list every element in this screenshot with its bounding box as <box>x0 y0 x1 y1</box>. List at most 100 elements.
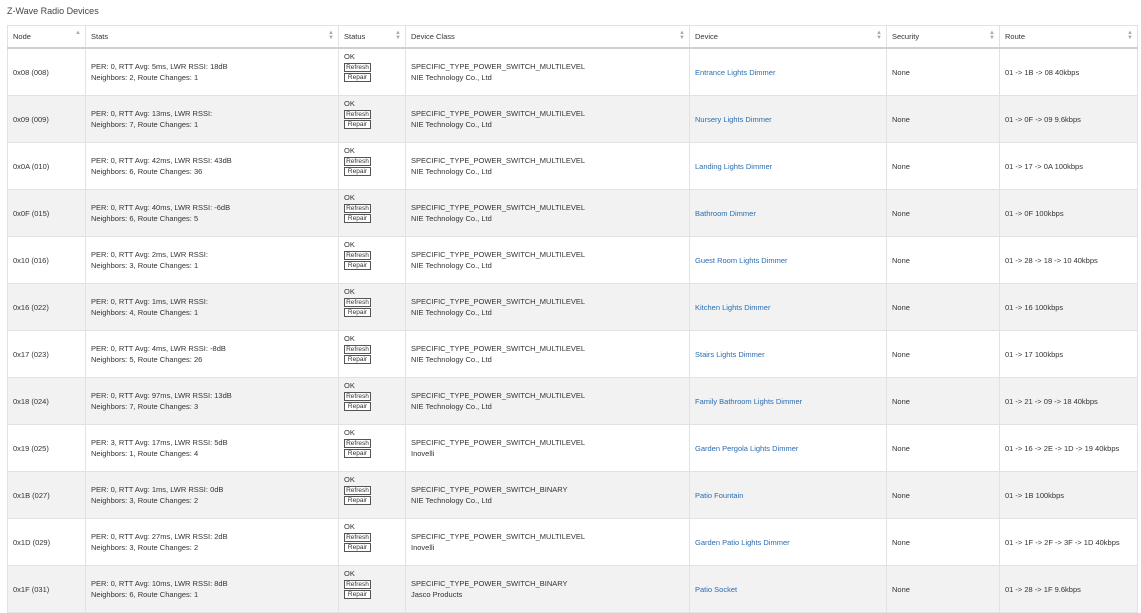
column-header-stats[interactable]: Stats ▲ ▼ <box>85 25 339 49</box>
status-text: OK <box>344 334 355 343</box>
sort-icon[interactable]: ▲ ▼ <box>989 30 995 41</box>
table-row: 0x08 (008) PER: 0, RTT Avg: 5ms, LWR RSS… <box>7 47 1138 96</box>
status-cell: OK Refresh Repair <box>338 424 406 472</box>
device-link[interactable]: Patio Socket <box>695 585 737 594</box>
route-value: 01 -> 1F -> 2F -> 3F -> 1D 40kbps <box>1005 537 1120 547</box>
device-cell: Bathroom Dimmer <box>689 189 887 237</box>
device-link[interactable]: Patio Fountain <box>695 491 743 500</box>
sort-icon[interactable]: ▲ ▼ <box>1127 30 1133 41</box>
refresh-button[interactable]: Refresh <box>344 533 371 542</box>
column-header-node[interactable]: Node ▲ <box>7 25 86 49</box>
node-cell: 0x1B (027) <box>7 471 86 519</box>
device-cell: Garden Pergola Lights Dimmer <box>689 424 887 472</box>
status-text: OK <box>344 146 355 155</box>
route-value: 01 -> 28 -> 18 -> 10 40kbps <box>1005 255 1098 265</box>
device-manufacturer: NIE Technology Co., Ltd <box>411 120 492 129</box>
sort-asc-icon[interactable]: ▲ <box>75 30 81 36</box>
device-class-cell: SPECIFIC_TYPE_POWER_SWITCH_MULTILEVEL NI… <box>405 330 690 378</box>
table-row: 0x18 (024) PER: 0, RTT Avg: 97ms, LWR RS… <box>7 377 1138 425</box>
column-header-route[interactable]: Route ▲ ▼ <box>999 25 1138 49</box>
repair-button[interactable]: Repair <box>344 214 371 223</box>
sort-icon[interactable]: ▲ ▼ <box>876 30 882 41</box>
security-cell: None <box>886 518 1000 566</box>
refresh-button[interactable]: Refresh <box>344 580 371 589</box>
status-cell: OK Refresh Repair <box>338 189 406 237</box>
node-id: 0x10 (016) <box>13 255 49 265</box>
status-text: OK <box>344 52 355 61</box>
status-cell: OK Refresh Repair <box>338 518 406 566</box>
node-id: 0x09 (009) <box>13 114 49 124</box>
security-cell: None <box>886 142 1000 190</box>
route-value: 01 -> 28 -> 1F 9.6kbps <box>1005 584 1081 594</box>
stats-line-neighbors: Neighbors: 1, Route Changes: 4 <box>91 449 199 458</box>
stats-cell: PER: 0, RTT Avg: 42ms, LWR RSSI: 43dB Ne… <box>85 142 339 190</box>
refresh-button[interactable]: Refresh <box>344 439 371 448</box>
security-cell: None <box>886 47 1000 96</box>
device-cell: Guest Room Lights Dimmer <box>689 236 887 284</box>
device-link[interactable]: Nursery Lights Dimmer <box>695 115 772 124</box>
sort-icon[interactable]: ▲ ▼ <box>679 30 685 41</box>
repair-button[interactable]: Repair <box>344 308 371 317</box>
stats-cell: PER: 0, RTT Avg: 97ms, LWR RSSI: 13dB Ne… <box>85 377 339 425</box>
device-link[interactable]: Landing Lights Dimmer <box>695 162 772 171</box>
device-class-cell: SPECIFIC_TYPE_POWER_SWITCH_MULTILEVEL NI… <box>405 283 690 331</box>
repair-button[interactable]: Repair <box>344 73 371 82</box>
status-text: OK <box>344 240 355 249</box>
route-value: 01 -> 1B 100kbps <box>1005 490 1065 500</box>
device-link[interactable]: Family Bathroom Lights Dimmer <box>695 397 802 406</box>
device-link[interactable]: Bathroom Dimmer <box>695 209 756 218</box>
route-value: 01 -> 16 -> 2E -> 1D -> 19 40kbps <box>1005 443 1120 453</box>
sort-icon[interactable]: ▲ ▼ <box>328 30 334 41</box>
repair-button[interactable]: Repair <box>344 402 371 411</box>
device-link[interactable]: Kitchen Lights Dimmer <box>695 303 770 312</box>
node-cell: 0x17 (023) <box>7 330 86 378</box>
column-header-status[interactable]: Status ▲ ▼ <box>338 25 406 49</box>
table-row: 0x19 (025) PER: 3, RTT Avg: 17ms, LWR RS… <box>7 424 1138 472</box>
repair-button[interactable]: Repair <box>344 261 371 270</box>
repair-button[interactable]: Repair <box>344 120 371 129</box>
device-link[interactable]: Garden Patio Lights Dimmer <box>695 538 790 547</box>
device-link[interactable]: Garden Pergola Lights Dimmer <box>695 444 798 453</box>
stats-line-neighbors: Neighbors: 6, Route Changes: 1 <box>91 590 199 599</box>
stats-cell: PER: 0, RTT Avg: 13ms, LWR RSSI: Neighbo… <box>85 95 339 143</box>
column-header-device[interactable]: Device ▲ ▼ <box>689 25 887 49</box>
repair-button[interactable]: Repair <box>344 355 371 364</box>
device-link[interactable]: Guest Room Lights Dimmer <box>695 256 788 265</box>
route-cell: 01 -> 16 -> 2E -> 1D -> 19 40kbps <box>999 424 1138 472</box>
security-cell: None <box>886 189 1000 237</box>
refresh-button[interactable]: Refresh <box>344 204 371 213</box>
repair-button[interactable]: Repair <box>344 496 371 505</box>
device-class-type: SPECIFIC_TYPE_POWER_SWITCH_MULTILEVEL <box>411 438 586 447</box>
device-class-type: SPECIFIC_TYPE_POWER_SWITCH_MULTILEVEL <box>411 62 586 71</box>
security-value: None <box>892 208 910 218</box>
repair-button[interactable]: Repair <box>344 543 371 552</box>
node-cell: 0x08 (008) <box>7 47 86 96</box>
device-link[interactable]: Stairs Lights Dimmer <box>695 350 765 359</box>
refresh-button[interactable]: Refresh <box>344 110 371 119</box>
node-id: 0x0A (010) <box>13 161 50 171</box>
refresh-button[interactable]: Refresh <box>344 486 371 495</box>
node-cell: 0x1D (029) <box>7 518 86 566</box>
column-header-label: Device Class <box>411 32 455 41</box>
device-link[interactable]: Entrance Lights Dimmer <box>695 68 775 77</box>
refresh-button[interactable]: Refresh <box>344 298 371 307</box>
repair-button[interactable]: Repair <box>344 167 371 176</box>
sort-icon[interactable]: ▲ ▼ <box>395 30 401 41</box>
column-header-device-class[interactable]: Device Class ▲ ▼ <box>405 25 690 49</box>
node-cell: 0x0F (015) <box>7 189 86 237</box>
stats-cell: PER: 3, RTT Avg: 17ms, LWR RSSI: 5dB Nei… <box>85 424 339 472</box>
refresh-button[interactable]: Refresh <box>344 345 371 354</box>
node-cell: 0x09 (009) <box>7 95 86 143</box>
column-header-security[interactable]: Security ▲ ▼ <box>886 25 1000 49</box>
repair-button[interactable]: Repair <box>344 449 371 458</box>
device-class-cell: SPECIFIC_TYPE_POWER_SWITCH_MULTILEVEL In… <box>405 518 690 566</box>
stats-line-per: PER: 0, RTT Avg: 27ms, LWR RSSI: 2dB <box>91 532 228 541</box>
refresh-button[interactable]: Refresh <box>344 157 371 166</box>
refresh-button[interactable]: Refresh <box>344 392 371 401</box>
table-header-row: Node ▲ Stats ▲ ▼ Status ▲ ▼ Device Class ▲ ▼ De… <box>7 25 1138 49</box>
refresh-button[interactable]: Refresh <box>344 63 371 72</box>
table-row: 0x0F (015) PER: 0, RTT Avg: 40ms, LWR RS… <box>7 189 1138 237</box>
refresh-button[interactable]: Refresh <box>344 251 371 260</box>
status-text: OK <box>344 522 355 531</box>
repair-button[interactable]: Repair <box>344 590 371 599</box>
